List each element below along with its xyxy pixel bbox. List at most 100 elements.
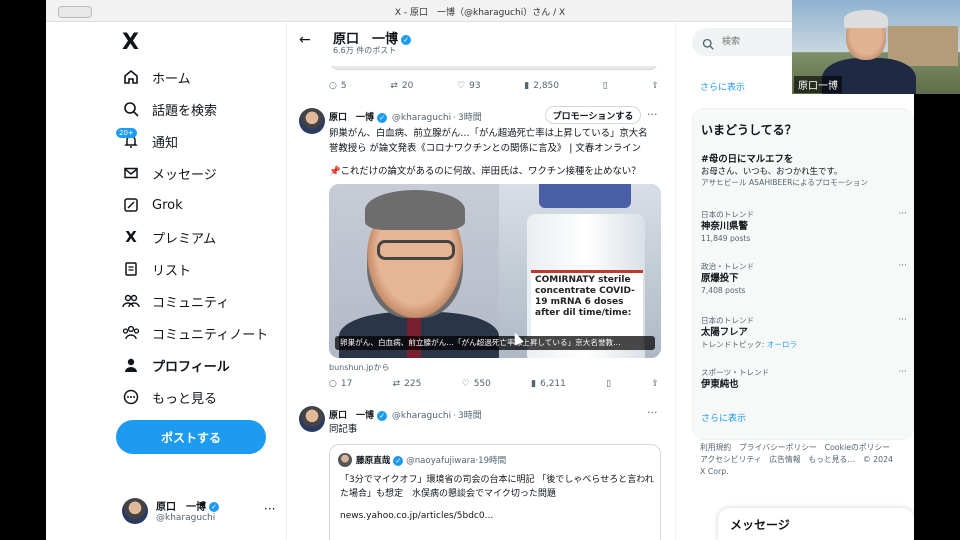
quoted-author-handle: @naoyafujiwara <box>406 456 476 466</box>
photo-glasses <box>377 240 455 260</box>
repost-button[interactable]: ⇄ 225 <box>393 379 422 389</box>
trend-name: 伊東純也 <box>701 379 739 390</box>
trend-item[interactable]: 政治・トレンド 原爆投下 7,408 posts ··· <box>701 261 907 296</box>
nav-community-notes-label: コミュニティノート <box>152 327 269 343</box>
reply-icon: ○ <box>329 81 337 91</box>
nav-more[interactable]: もっと見る <box>122 384 217 410</box>
repost-button[interactable]: ⇄ 20 <box>390 81 413 91</box>
nav-premium[interactable]: X プレミアム <box>122 224 216 250</box>
trend-name: 太陽フレア <box>701 327 748 338</box>
separator: · <box>453 411 456 421</box>
trend-category: 政治・トレンド <box>701 262 755 271</box>
nav-profile[interactable]: プロフィール <box>122 352 230 378</box>
profile-header: ← 原口 一博 ✓ 6.6万 件のポスト <box>287 22 675 66</box>
nav-notifications[interactable]: 20+ 通知 <box>116 128 178 154</box>
messages-drawer[interactable]: メッセージ <box>718 508 914 540</box>
tweet-author: 原口 一博 ✓ @kharaguchi · 3時間 <box>329 408 482 421</box>
tweet-time[interactable]: 3時間 <box>458 113 482 123</box>
show-more-link[interactable]: さらに表示 <box>701 411 746 424</box>
avatar[interactable] <box>299 406 325 432</box>
trend-topic-link[interactable]: オーロラ <box>767 340 797 349</box>
post-actions: ○ 5 ⇄ 20 ♡ 93 ▮ 2,850 ▯ ⇪ <box>329 78 659 94</box>
author-name[interactable]: 原口 一博 <box>329 113 374 123</box>
photo-hair <box>365 190 465 230</box>
author-handle[interactable]: @kharaguchi <box>392 113 451 123</box>
repost-icon: ⇄ <box>390 81 398 91</box>
timeline[interactable]: ← 原口 一博 ✓ 6.6万 件のポスト ○ 5 ⇄ 20 ♡ 93 ▮ 2,850 ▯ … <box>286 22 676 540</box>
zoom-video-tile[interactable]: 原口一博 <box>792 0 960 94</box>
back-arrow-icon[interactable]: ← <box>299 32 311 48</box>
reply-button[interactable]: ○ 5 <box>329 81 347 91</box>
more-dots-icon[interactable]: ··· <box>898 315 907 325</box>
reply-button[interactable]: ○ 17 <box>329 379 352 389</box>
more-dots-icon[interactable]: ··· <box>264 502 275 516</box>
x-logo-icon[interactable]: X <box>122 30 139 55</box>
verified-badge-icon: ✓ <box>401 34 412 45</box>
bookmark-icon[interactable]: ▯ <box>603 81 608 91</box>
nav-grok[interactable]: Grok <box>122 192 183 218</box>
like-button[interactable]: ♡ 550 <box>462 379 491 389</box>
grok-icon <box>122 196 140 214</box>
tweet-time[interactable]: 3時間 <box>458 411 482 421</box>
account-switcher[interactable]: 原口 一博 ✓ @kharaguchi ··· <box>122 494 282 530</box>
x-premium-icon: X <box>125 228 137 246</box>
nav-home[interactable]: ホーム <box>122 64 191 90</box>
trend-item[interactable]: スポーツ・トレンド 伊東純也 ··· <box>701 367 907 391</box>
link-card-caption: 卵巣がん、白血病、前立腺がん…「がん超過死亡率は上昇している」京大名誉教… <box>335 336 655 350</box>
view-count: 2,850 <box>533 81 559 91</box>
more-dots-icon[interactable]: ··· <box>898 209 907 219</box>
views-button[interactable]: ▮ 2,850 <box>524 81 559 91</box>
nav-community-notes[interactable]: コミュニティノート <box>122 320 268 346</box>
quoted-author-name: 藤原直哉 <box>356 456 391 466</box>
trend-name: 神奈川県警 <box>701 221 748 232</box>
nav-lists[interactable]: リスト <box>122 256 191 282</box>
author-handle[interactable]: @kharaguchi <box>392 411 451 421</box>
author-name[interactable]: 原口 一博 <box>329 411 374 421</box>
share-icon[interactable]: ⇪ <box>651 379 659 389</box>
quoted-post[interactable]: 藤原直哉 ✓ @naoyafujiwara·19時間 「3分でマイクオフ」環境省の… <box>329 444 661 540</box>
trend-item[interactable]: 日本のトレンド 神奈川県警 11,849 posts ··· <box>701 209 907 244</box>
trend-count: 7,408 posts <box>701 286 746 295</box>
nav-explore[interactable]: 話題を検索 <box>122 96 217 122</box>
trend-item[interactable]: 日本のトレンド 太陽フレア トレンドトピック: オーロラ ··· <box>701 315 907 350</box>
nav-lists-label: リスト <box>152 263 192 279</box>
account-handle: @kharaguchi <box>156 513 216 523</box>
repost-count: 20 <box>401 81 414 91</box>
trend-name: 原爆投下 <box>701 273 739 284</box>
like-button[interactable]: ♡ 93 <box>457 81 481 91</box>
more-dots-icon[interactable]: ··· <box>898 261 907 271</box>
bell-icon: 20+ <box>116 128 140 150</box>
link-source[interactable]: bunshun.jpから <box>329 362 389 373</box>
video-background-building <box>888 26 958 66</box>
more-dots-icon[interactable]: ··· <box>647 406 658 419</box>
trend-topic-label: トレンドトピック: <box>701 340 767 349</box>
promoted-by: アサヒビール ASAHIBEERによるプロモーション <box>701 178 868 187</box>
trend-item[interactable]: #母の日にマルエフを お母さん、いつも、おつかれ生です。 アサヒビール ASAH… <box>701 153 901 188</box>
show-more-link[interactable]: さらに表示 <box>700 80 745 93</box>
post-button[interactable]: ポストする <box>116 420 266 454</box>
trends-panel: いまどうしてる？ #母の日にマルエフを お母さん、いつも、おつかれ生です。 アサ… <box>692 108 914 440</box>
verified-badge-icon: ✓ <box>393 455 404 466</box>
title-bar: X - 原口 一博（@kharaguchi）さん / X <box>46 0 914 22</box>
screen: X - 原口 一博（@kharaguchi）さん / X X ホーム 話題を検索… <box>0 0 960 540</box>
nav-communities[interactable]: コミュニティ <box>122 288 229 314</box>
more-dots-icon[interactable]: ··· <box>647 108 658 121</box>
more-dots-icon[interactable]: ··· <box>898 367 907 377</box>
community-notes-icon <box>122 324 140 342</box>
avatar[interactable] <box>299 108 325 134</box>
quoted-link[interactable]: news.yahoo.co.jp/articles/5bdc0... <box>340 511 493 521</box>
share-icon[interactable]: ⇪ <box>651 81 659 91</box>
vial-cap <box>539 184 631 208</box>
participant-name: 原口一博 <box>794 76 842 93</box>
right-sidebar: さらに表示 いまどうしてる？ #母の日にマルエフを お母さん、いつも、おつかれ生… <box>692 22 914 540</box>
views-button[interactable]: ▮ 6,211 <box>531 379 566 389</box>
nav-messages[interactable]: メッセージ <box>122 160 217 186</box>
promote-button[interactable]: プロモーションする <box>545 106 641 124</box>
search-icon <box>702 35 714 54</box>
bookmark-icon[interactable]: ▯ <box>606 379 611 389</box>
account-name: 原口 一博 <box>156 502 206 513</box>
link-card-image[interactable]: COMIRNATY sterile concentrate COVID-19 m… <box>329 184 661 358</box>
views-icon: ▮ <box>524 81 530 91</box>
home-icon <box>122 68 140 86</box>
nav-grok-label: Grok <box>152 197 183 213</box>
